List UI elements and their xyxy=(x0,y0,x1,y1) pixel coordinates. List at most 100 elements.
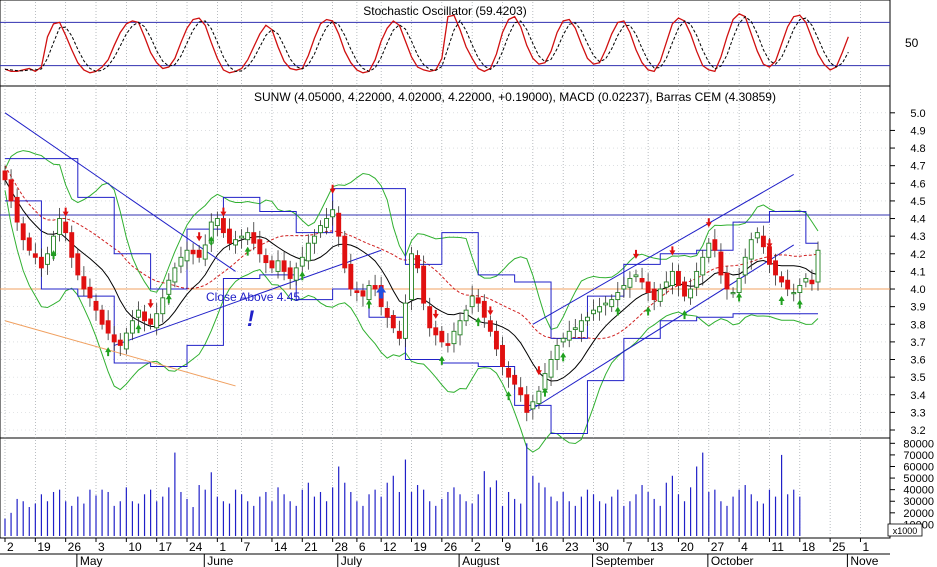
day-label: 24 xyxy=(189,540,203,554)
candle-body xyxy=(178,256,184,267)
price-title: SUNW (4.05000, 4.22000, 4.02000, 4.22000… xyxy=(254,90,776,104)
candle-body xyxy=(160,297,166,315)
candle-body xyxy=(117,339,123,346)
candle-body xyxy=(220,218,226,234)
day-label: 14 xyxy=(274,540,288,554)
candle-body xyxy=(402,302,408,339)
candle-body xyxy=(682,281,687,297)
candle-body xyxy=(578,320,584,332)
candle-body xyxy=(305,242,311,262)
candle-body xyxy=(93,300,99,311)
candle-body xyxy=(196,249,202,258)
candle-body xyxy=(148,318,154,325)
price-tick-label: 3.2 xyxy=(910,425,925,437)
candle-body xyxy=(75,253,81,276)
candle-body xyxy=(348,263,354,290)
volume-tick-label: 70000 xyxy=(903,450,934,462)
candle-body xyxy=(324,218,330,228)
day-label: 9 xyxy=(505,540,512,554)
candle-body xyxy=(245,232,251,241)
candle-body xyxy=(463,309,469,322)
candle-body xyxy=(20,223,26,241)
candle-body xyxy=(275,260,281,272)
candle-body xyxy=(421,265,427,304)
price-tick-label: 4.0 xyxy=(910,284,925,296)
candle-body xyxy=(767,246,772,265)
candle-body xyxy=(718,251,724,276)
day-label: 12 xyxy=(383,540,397,554)
candle-body xyxy=(2,170,8,181)
price-tick-label: 3.9 xyxy=(910,302,925,314)
candle-body xyxy=(791,292,797,295)
oscillator-level-label: 50 xyxy=(905,36,919,50)
candle-body xyxy=(263,255,269,264)
candle-body xyxy=(38,256,44,269)
candle-body xyxy=(584,316,590,322)
price-tick-label: 4.8 xyxy=(910,143,925,155)
candle-body xyxy=(803,278,809,283)
candle-body xyxy=(384,307,390,318)
candle-body xyxy=(342,235,348,269)
price-tick-label: 3.7 xyxy=(910,337,925,349)
candle-body xyxy=(445,343,451,346)
volume-tick-label: 80000 xyxy=(903,438,934,450)
candle-body xyxy=(269,260,275,269)
price-tick-label: 3.4 xyxy=(910,390,925,402)
candle-body xyxy=(257,239,263,255)
candle-body xyxy=(427,306,433,329)
price-tick-label: 3.8 xyxy=(910,319,925,331)
price-tick-label: 4.3 xyxy=(910,231,925,243)
candle-body xyxy=(742,256,748,276)
day-label: 20 xyxy=(680,540,694,554)
candle-body xyxy=(591,309,596,315)
candle-body xyxy=(597,306,603,313)
day-label: 25 xyxy=(832,540,846,554)
candle-body xyxy=(487,320,493,332)
candle-body xyxy=(560,337,566,343)
candle-body xyxy=(475,297,481,304)
candle-body xyxy=(63,221,69,234)
candle-body xyxy=(105,320,111,334)
day-label: 4 xyxy=(741,540,748,554)
candle-body xyxy=(360,290,366,297)
candle-body xyxy=(123,332,129,350)
day-label: 28 xyxy=(335,540,349,554)
candle-body xyxy=(233,239,239,246)
annotation-close-above: Close Above 4.45 xyxy=(206,290,300,304)
day-label: 6 xyxy=(359,540,366,554)
candle-body xyxy=(566,330,572,341)
price-tick-label: 4.4 xyxy=(910,214,925,226)
candle-body xyxy=(621,285,627,290)
candle-body xyxy=(45,253,50,265)
candle-body xyxy=(706,242,712,258)
volume-tick-label: 30000 xyxy=(903,496,934,508)
month-label: July xyxy=(341,554,362,567)
stock-chart: Stochastic Oscillator (59.4203) 50 SUNW … xyxy=(0,0,934,567)
price-tick-label: 4.1 xyxy=(910,266,925,278)
volume-tick-label: 50000 xyxy=(903,473,934,485)
candle-body xyxy=(730,292,736,295)
candle-body xyxy=(815,249,821,283)
day-label: 26 xyxy=(444,540,458,554)
day-label: 1 xyxy=(862,540,869,554)
candle-body xyxy=(142,311,147,322)
volume-multiplier-label: x1000 xyxy=(893,526,918,536)
candle-body xyxy=(8,179,14,202)
day-label: 7 xyxy=(244,540,251,554)
candle-body xyxy=(214,218,220,227)
candle-body xyxy=(293,267,299,281)
candle-body xyxy=(736,278,742,294)
volume-panel xyxy=(0,437,891,539)
candle-body xyxy=(548,359,554,378)
candle-body xyxy=(633,274,639,278)
candle-body xyxy=(603,302,609,306)
price-axis: 5.0 4.9 4.8 4.7 4.6 4.5 4.4 4.3 4.2 4.1 4.0 3.9 3.8 3… xyxy=(890,108,926,437)
candle-body xyxy=(251,232,257,244)
candle-body xyxy=(26,237,32,251)
candle-body xyxy=(336,212,342,237)
candle-body xyxy=(227,228,232,244)
candle-body xyxy=(524,394,530,413)
day-label: 17 xyxy=(159,540,173,554)
month-label: May xyxy=(80,554,103,567)
candle-body xyxy=(785,279,791,290)
